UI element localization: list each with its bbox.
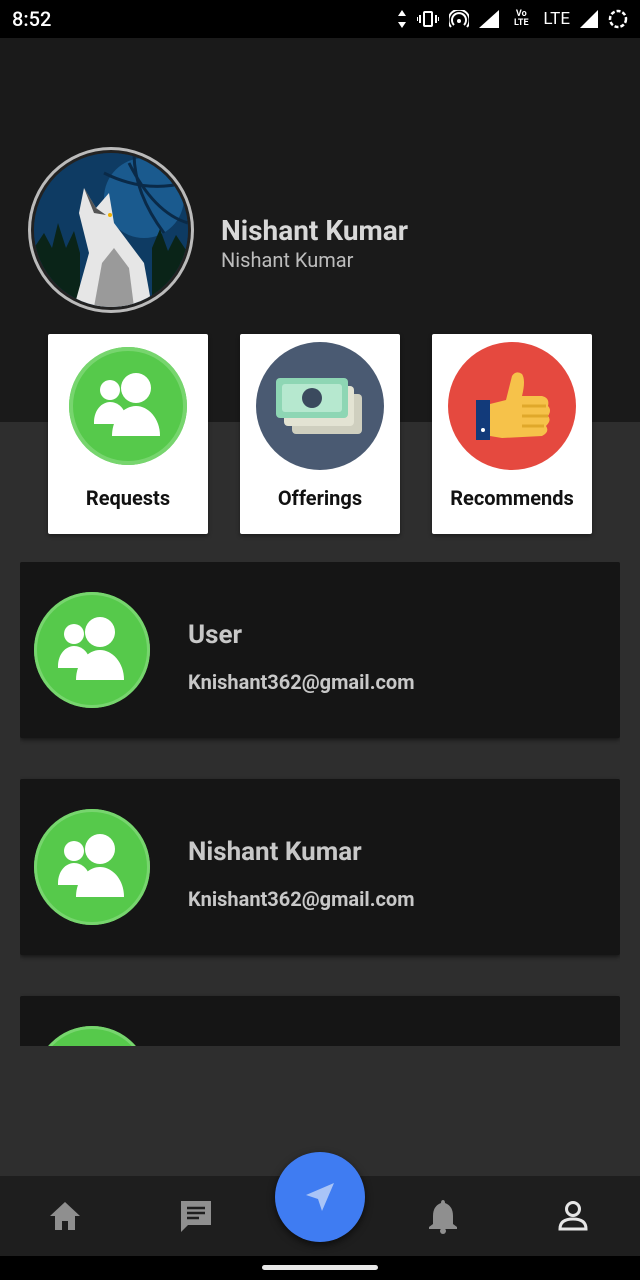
user-name: Nishant Kumar <box>188 837 362 867</box>
users-icon <box>69 347 187 465</box>
person-icon[interactable] <box>553 1196 593 1236</box>
users-icon <box>34 592 150 708</box>
user-email: Knishant362@gmail.com <box>188 670 415 694</box>
money-icon <box>256 342 384 470</box>
home-indicator[interactable] <box>262 1265 378 1270</box>
user-list[interactable]: User Knishant362@gmail.com Nishant Kumar… <box>20 562 620 1046</box>
chat-icon[interactable] <box>176 1196 216 1236</box>
battery-saver-icon <box>608 9 628 29</box>
offerings-tile[interactable]: Offerings <box>240 334 400 534</box>
thumbs-up-icon <box>448 342 576 470</box>
list-item[interactable] <box>20 996 620 1046</box>
list-item[interactable]: User Knishant362@gmail.com <box>20 562 620 738</box>
send-icon <box>306 1183 334 1211</box>
users-icon <box>34 809 150 925</box>
recommends-tile[interactable]: Recommends <box>432 334 592 534</box>
requests-tile[interactable]: Requests <box>48 334 208 534</box>
data-arrows-icon <box>397 10 407 28</box>
signal-icon-2 <box>580 10 598 28</box>
home-icon[interactable] <box>45 1196 85 1236</box>
bell-icon[interactable] <box>423 1196 463 1236</box>
network-label: LTE <box>543 9 570 29</box>
tile-label: Recommends <box>450 486 574 510</box>
wolf-logo-icon <box>34 153 188 307</box>
send-button[interactable] <box>275 1152 365 1242</box>
users-icon <box>34 1026 150 1046</box>
volte-icon: Vo LTE <box>514 9 529 28</box>
hotspot-icon <box>449 10 470 28</box>
profile-name: Nishant Kumar <box>221 214 409 247</box>
vibrate-icon <box>417 10 440 28</box>
status-bar: 8:52 Vo LTE LTE <box>0 0 640 38</box>
signal-icon <box>479 10 500 28</box>
status-icons: Vo LTE LTE <box>397 9 628 29</box>
tile-label: Offerings <box>277 486 363 510</box>
tile-label: Requests <box>85 486 171 510</box>
user-name: User <box>188 620 243 650</box>
profile-subtitle: Nishant Kumar <box>221 248 354 272</box>
avatar[interactable] <box>34 153 188 307</box>
status-time: 8:52 <box>12 7 52 31</box>
list-item[interactable]: Nishant Kumar Knishant362@gmail.com <box>20 779 620 955</box>
user-email: Knishant362@gmail.com <box>188 887 415 911</box>
